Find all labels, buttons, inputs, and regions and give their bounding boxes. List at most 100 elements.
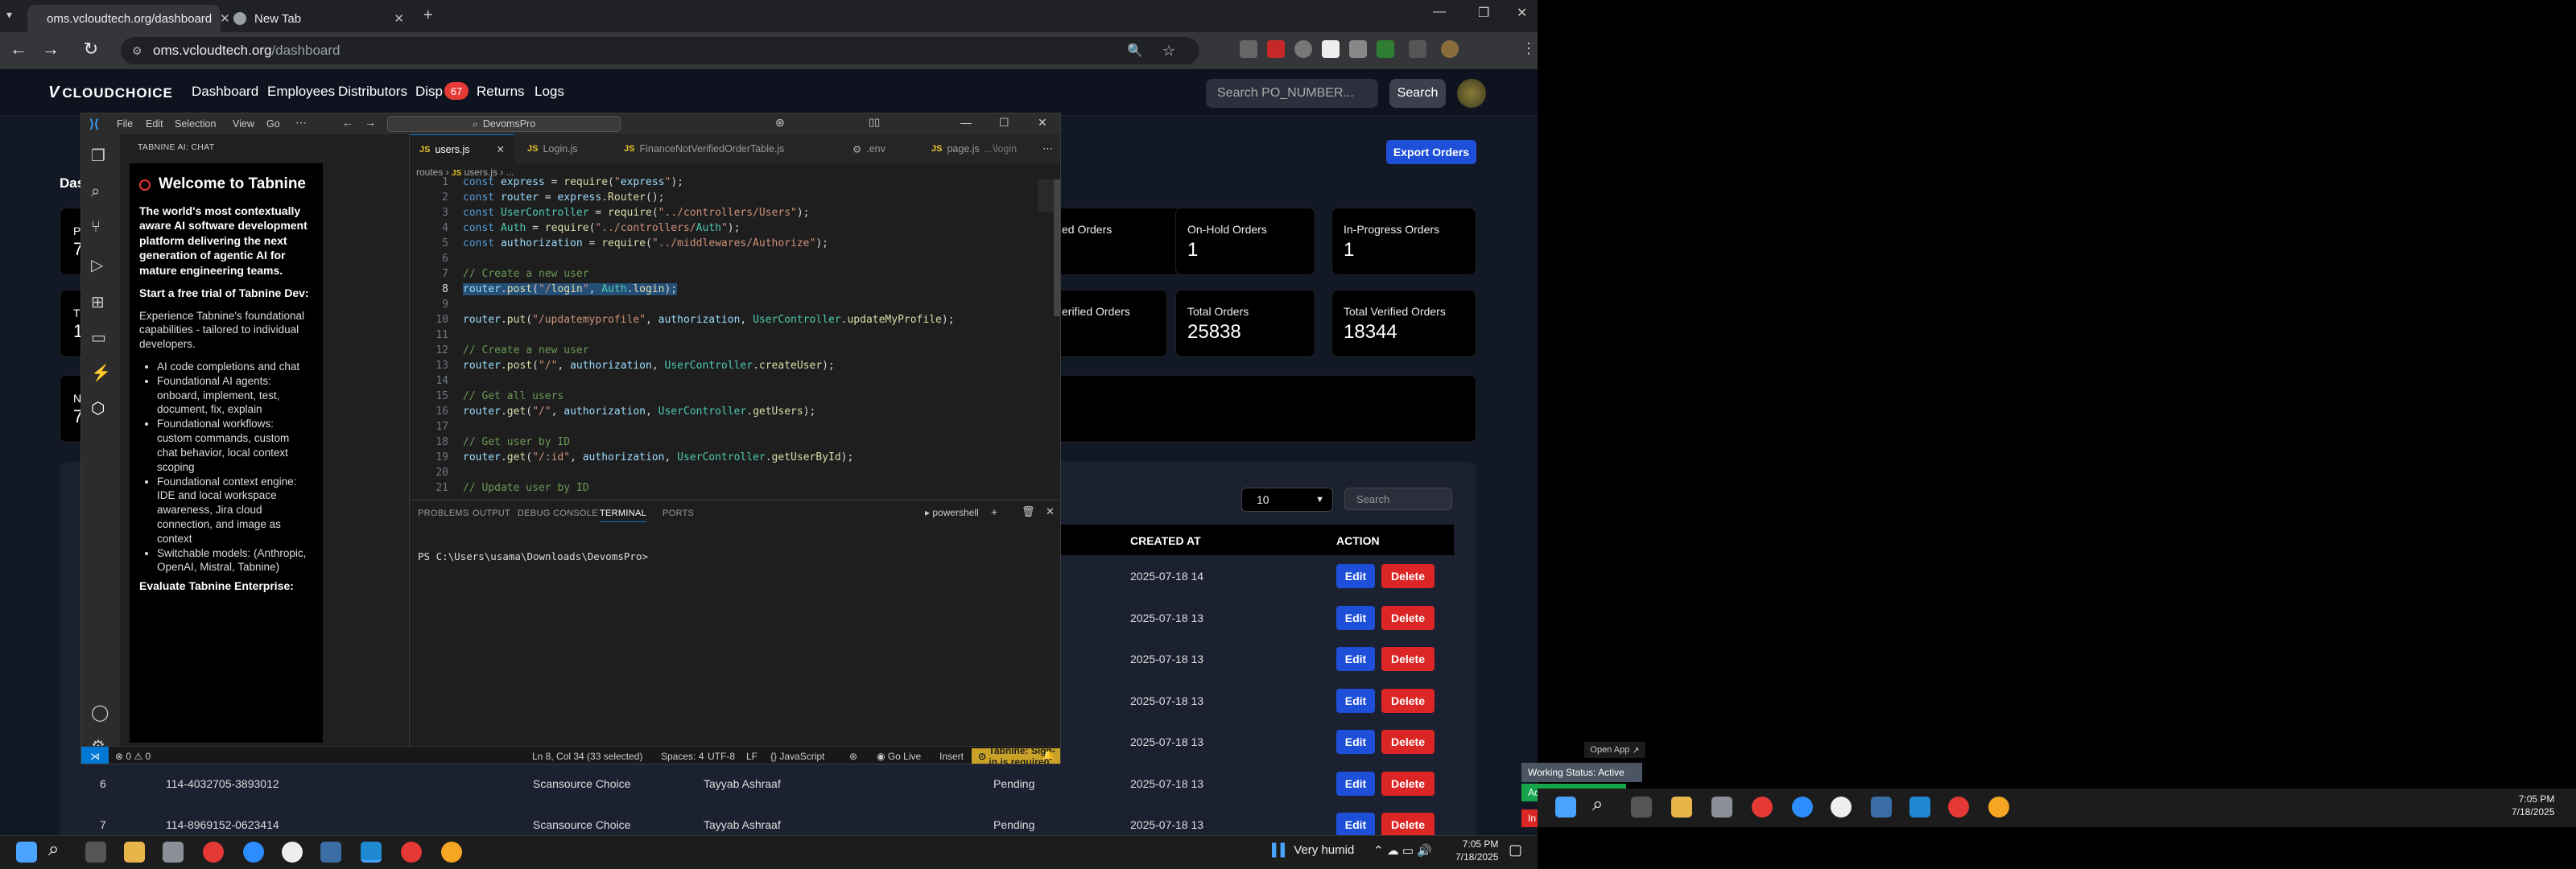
delete-button[interactable]: Delete xyxy=(1381,647,1435,671)
extension-fd-icon[interactable] xyxy=(1322,40,1340,58)
nav-employees[interactable]: Employees xyxy=(267,84,335,100)
eol[interactable]: LF xyxy=(746,751,758,762)
menu-go[interactable]: Go xyxy=(266,118,280,130)
more-menu-icon[interactable]: ⋯ xyxy=(295,116,307,130)
zoom-icon[interactable]: 🔍 xyxy=(1127,43,1143,59)
chrome-tab-new[interactable]: New Tab ✕ xyxy=(222,5,415,32)
tab-users-js[interactable]: JS users.js ✕ xyxy=(410,134,514,163)
start-icon[interactable] xyxy=(16,842,37,863)
code-line[interactable]: router.post("/", authorization, UserCont… xyxy=(463,360,835,372)
new-terminal-icon[interactable]: + xyxy=(991,505,997,518)
edit-button[interactable]: Edit xyxy=(1336,689,1375,713)
delete-button[interactable]: Delete xyxy=(1381,606,1435,630)
system-tray-icons[interactable]: ⌃ ☁ ▭ 🔊 xyxy=(1373,843,1432,858)
nav-dashboard[interactable]: Dashboard xyxy=(192,84,258,100)
trash-icon[interactable]: 🗑 xyxy=(1022,505,1035,518)
close-window-icon[interactable]: ✕ xyxy=(1038,116,1047,130)
task-view-icon[interactable] xyxy=(1631,797,1652,818)
edit-button[interactable]: Edit xyxy=(1336,606,1375,630)
chrome-menu-icon[interactable]: ⋮ xyxy=(1521,40,1536,57)
back-icon[interactable]: ← xyxy=(342,116,353,129)
nav-disputes[interactable]: Disp xyxy=(415,84,443,100)
chrome-canary-icon[interactable] xyxy=(441,842,462,863)
user-avatar[interactable] xyxy=(1457,79,1486,108)
code-line[interactable]: const Auth = require("../controllers/Aut… xyxy=(463,222,740,234)
file-explorer-icon[interactable] xyxy=(1671,797,1692,818)
indentation[interactable]: Spaces: 4 xyxy=(661,751,704,762)
search-icon[interactable]: ⌕ xyxy=(1592,793,1603,816)
cursor-position[interactable]: Ln 8, Col 34 (33 selected) xyxy=(532,751,642,762)
close-panel-icon[interactable]: ✕ xyxy=(1046,505,1055,518)
remote-indicator-icon[interactable]: ⋊ xyxy=(81,747,109,764)
chrome-icon[interactable] xyxy=(401,842,422,863)
close-icon[interactable]: ✕ xyxy=(394,11,404,26)
extension-circle-icon[interactable] xyxy=(1294,40,1312,58)
app-icon[interactable] xyxy=(282,842,303,863)
tabnine-icon[interactable]: ⬡ xyxy=(91,398,105,418)
remote-explorer-icon[interactable]: ▭ xyxy=(91,327,106,348)
app-icon[interactable] xyxy=(1831,797,1852,818)
chrome-icon[interactable] xyxy=(1948,797,1969,818)
extensions-icon[interactable]: ⊞ xyxy=(91,292,105,312)
extension-puzzle-icon[interactable] xyxy=(1409,40,1426,58)
code-line[interactable]: const authorization = require("../middle… xyxy=(463,237,828,249)
chrome-icon[interactable] xyxy=(1752,797,1773,818)
site-info-icon[interactable]: ⚙ xyxy=(132,44,142,58)
more-actions-icon[interactable]: ⋯ xyxy=(1042,142,1053,155)
chrome-icon[interactable] xyxy=(203,842,224,863)
vpn-icon[interactable] xyxy=(320,842,341,863)
tab-search-icon[interactable]: ▾ xyxy=(6,8,12,22)
extension-incognito-icon[interactable] xyxy=(1240,40,1257,58)
code-line[interactable]: router.post("/login", Auth.login); xyxy=(463,283,678,295)
menu-view[interactable]: View xyxy=(233,118,254,130)
panel-tab-debug-console[interactable]: DEBUG CONSOLE xyxy=(518,509,598,518)
search-icon[interactable]: ⌕ xyxy=(48,838,59,861)
tab-env[interactable]: ⚙ .env xyxy=(843,134,895,163)
panel-tab-output[interactable]: OUTPUT xyxy=(473,509,510,518)
start-icon[interactable] xyxy=(1555,797,1576,818)
forward-icon[interactable]: → xyxy=(365,116,376,129)
code-line[interactable]: // Create a new user xyxy=(463,268,589,280)
panel-tab-problems[interactable]: PROBLEMS xyxy=(418,509,469,518)
menu-edit[interactable]: Edit xyxy=(146,118,163,130)
menu-selection[interactable]: Selection xyxy=(175,118,216,130)
clock[interactable]: 7:05 PM 7/18/2025 xyxy=(1455,838,1498,863)
weather-widget[interactable]: ▌▌ Very humid xyxy=(1272,843,1354,857)
copilot-status-icon[interactable]: ⊛ xyxy=(849,751,857,762)
panel-tab-ports[interactable]: PORTS xyxy=(663,509,694,518)
minimize-icon[interactable]: — xyxy=(1433,5,1446,19)
delete-button[interactable]: Delete xyxy=(1381,564,1435,588)
minimize-icon[interactable]: — xyxy=(960,116,972,129)
profile-avatar-icon[interactable] xyxy=(1441,40,1459,58)
terminal-profile[interactable]: ▸ powershell xyxy=(925,507,979,518)
terminal-prompt[interactable]: PS C:\Users\usama\Downloads\DevomsPro> xyxy=(418,550,648,562)
account-icon[interactable]: ◯ xyxy=(91,702,109,723)
po-search-input[interactable]: Search PO_NUMBER... xyxy=(1206,79,1378,108)
tab-login-js[interactable]: JS Login.js xyxy=(518,134,588,163)
close-icon[interactable]: ✕ xyxy=(497,143,505,155)
explorer-icon[interactable]: ❐ xyxy=(91,146,105,166)
back-icon[interactable]: ← xyxy=(6,39,31,60)
delete-button[interactable]: Delete xyxy=(1381,689,1435,713)
tab-page-js[interactable]: JS page.js ...\login xyxy=(922,134,1026,163)
editor-scrollbar[interactable] xyxy=(1054,179,1060,316)
search-button[interactable]: Search xyxy=(1389,79,1446,108)
go-live-button[interactable]: ◉ Go Live xyxy=(877,751,921,762)
code-line[interactable]: // Get user by ID xyxy=(463,436,570,448)
chrome-tab-dashboard[interactable]: oms.vcloudtech.org/dashboard ✕ xyxy=(27,5,230,32)
edit-button[interactable]: Edit xyxy=(1336,564,1375,588)
menu-file[interactable]: File xyxy=(117,118,133,130)
copilot-icon[interactable]: ⊛ xyxy=(775,116,785,130)
close-window-icon[interactable]: ✕ xyxy=(1517,5,1527,21)
store-icon[interactable] xyxy=(163,842,184,863)
panel-tab-terminal[interactable]: TERMINAL xyxy=(600,509,647,522)
vscode-taskbar-icon[interactable] xyxy=(1909,797,1930,818)
code-line[interactable]: const router = express.Router(); xyxy=(463,192,665,204)
export-orders-button[interactable]: Export Orders xyxy=(1386,140,1476,164)
code-line[interactable]: const UserController = require("../contr… xyxy=(463,207,810,219)
tab-finance-js[interactable]: JS FinanceNotVerifiedOrderTable.js xyxy=(614,134,794,163)
zoom-app-icon[interactable] xyxy=(1792,797,1813,818)
source-control-icon[interactable]: ⑂ xyxy=(91,218,101,237)
code-line[interactable]: // Update user by ID xyxy=(463,482,589,494)
page-size-select[interactable]: 10 ▼ xyxy=(1241,488,1333,512)
